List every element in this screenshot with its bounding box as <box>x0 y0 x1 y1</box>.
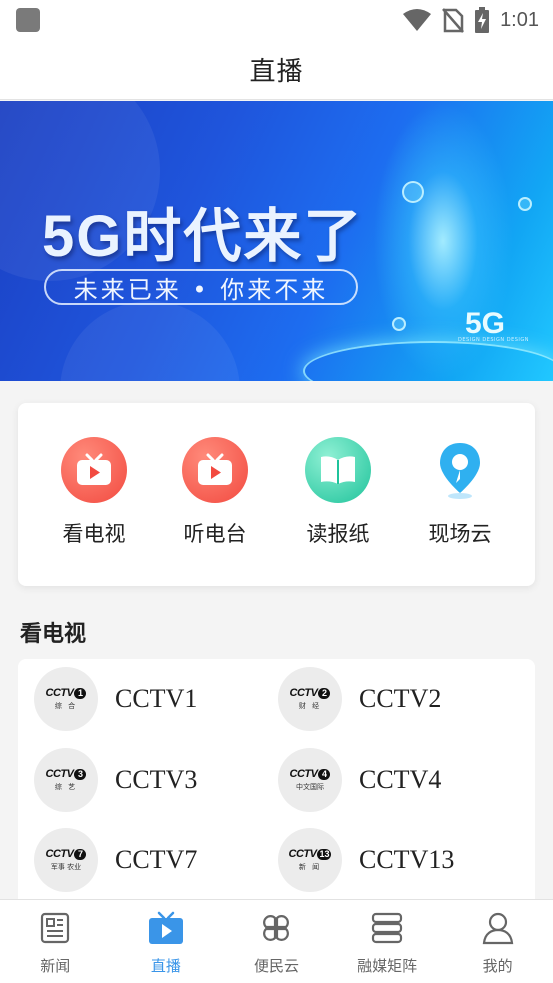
channel-item-cctv13[interactable]: CCTV 13 新 闻 CCTV13 <box>278 828 454 892</box>
quick-entry-label: 现场云 <box>428 522 492 546</box>
logo-subtitle: 中文国际 <box>296 783 324 791</box>
logo-mark: CCTV 3 <box>46 768 87 780</box>
logo-text: CCTV <box>45 768 74 780</box>
status-bar: 1:01 <box>0 0 553 40</box>
nav-item-media-matrix[interactable]: 融媒矩阵 <box>332 900 443 983</box>
live-tv-icon <box>148 910 184 946</box>
channel-name: CCTV2 <box>359 684 442 713</box>
channel-name: CCTV7 <box>115 845 198 874</box>
logo-mark: CCTV 13 <box>289 848 332 860</box>
banner-5g-badge: 5G <box>465 307 506 340</box>
quick-entry-watch-tv[interactable]: 看电视 <box>44 437 144 548</box>
logo-text: CCTV <box>289 768 318 780</box>
no-sim-icon <box>442 8 465 33</box>
logo-mark: CCTV 7 <box>46 848 87 860</box>
logo-text: CCTV <box>45 687 74 699</box>
nav-item-convenience[interactable]: 便民云 <box>221 900 332 983</box>
nav-label: 融媒矩阵 <box>357 957 418 975</box>
cctv-logo-icon: CCTV 2 财 经 <box>278 667 342 731</box>
logo-text: CCTV <box>288 848 317 860</box>
battery-charging-icon <box>475 7 490 33</box>
channel-name: CCTV3 <box>115 765 198 794</box>
tv-play-icon <box>61 437 127 503</box>
nav-item-profile[interactable]: 我的 <box>442 900 553 983</box>
grid-petals-icon <box>258 910 294 946</box>
logo-number: 4 <box>318 768 331 780</box>
logo-subtitle: 军事 农业 <box>50 863 82 871</box>
book-icon <box>305 437 371 503</box>
status-icons: 1:01 <box>402 6 539 34</box>
logo-subtitle: 财 经 <box>298 702 322 710</box>
quick-entry-live-cloud[interactable]: 现场云 <box>410 437 510 548</box>
logo-subtitle: 综 艺 <box>54 783 78 791</box>
nav-label: 便民云 <box>253 957 299 975</box>
nav-item-live[interactable]: 直播 <box>111 900 222 983</box>
quick-entry-label: 听电台 <box>183 522 247 546</box>
cctv-logo-icon: CCTV 4 中文国际 <box>278 748 342 812</box>
banner-bubble-icon <box>392 317 406 331</box>
logo-text: CCTV <box>289 687 318 699</box>
channel-list: CCTV 1 综 合 CCTV1 CCTV 2 财 经 CCTV2 CCTV 3… <box>18 659 535 899</box>
banner-badge-tagline: DESIGN DESIGN DESIGN <box>458 337 529 343</box>
banner-light-ring <box>303 341 553 381</box>
cctv-logo-icon: CCTV 13 新 闻 <box>278 828 342 892</box>
notification-square-icon <box>16 8 40 32</box>
section-title-tv: 看电视 <box>20 622 87 647</box>
status-time: 1:01 <box>500 8 539 31</box>
banner-decor-circle <box>60 301 240 381</box>
channel-item-cctv2[interactable]: CCTV 2 财 经 CCTV2 <box>278 667 441 731</box>
nav-label: 直播 <box>150 957 181 975</box>
quick-entry-listen-radio[interactable]: 听电台 <box>165 437 265 548</box>
channel-item-cctv3[interactable]: CCTV 3 综 艺 CCTV3 <box>34 748 197 812</box>
quick-entry-label: 看电视 <box>62 522 126 546</box>
radio-play-icon <box>182 437 248 503</box>
channel-name: CCTV1 <box>115 684 198 713</box>
logo-number: 13 <box>317 848 332 860</box>
logo-mark: CCTV 2 <box>290 687 331 699</box>
banner-subtitle-pill: 未来已来 • 你来不来 <box>44 269 358 305</box>
cctv-logo-icon: CCTV 3 综 艺 <box>34 748 98 812</box>
app-header: 直播 <box>0 40 553 100</box>
channel-item-cctv4[interactable]: CCTV 4 中文国际 CCTV4 <box>278 748 441 812</box>
channel-name: CCTV13 <box>359 845 455 874</box>
location-pin-icon <box>427 437 493 503</box>
logo-mark: CCTV 4 <box>290 768 331 780</box>
banner-bubble-icon <box>402 181 424 203</box>
logo-subtitle: 综 合 <box>54 702 78 710</box>
quick-entry-read-newspaper[interactable]: 读报纸 <box>288 437 388 548</box>
logo-subtitle: 新 闻 <box>298 863 322 871</box>
wifi-icon <box>403 9 432 31</box>
banner-bubble-icon <box>518 197 532 211</box>
quick-entry-label: 读报纸 <box>306 522 370 546</box>
bottom-nav: 新闻 直播 便民云 融媒矩阵 我的 <box>0 899 553 983</box>
logo-text: CCTV <box>45 848 74 860</box>
nav-item-news[interactable]: 新闻 <box>0 900 111 983</box>
logo-number: 3 <box>74 768 87 780</box>
logo-mark: CCTV 1 <box>46 687 87 699</box>
page-title: 直播 <box>249 57 304 87</box>
cctv-logo-icon: CCTV 7 军事 农业 <box>34 828 98 892</box>
nav-label: 我的 <box>482 957 513 975</box>
newspaper-icon <box>37 910 73 946</box>
logo-number: 1 <box>74 687 87 699</box>
banner-subtitle: 未来已来 • 你来不来 <box>73 275 329 304</box>
promo-banner[interactable]: 5G时代来了 未来已来 • 你来不来 5G DESIGN DESIGN DESI… <box>0 101 553 381</box>
quick-entry-card: 看电视 听电台 读报纸 现场云 <box>18 403 535 586</box>
cctv-logo-icon: CCTV 1 综 合 <box>34 667 98 731</box>
layers-icon <box>369 910 405 946</box>
logo-number: 7 <box>74 848 87 860</box>
user-icon <box>480 910 516 946</box>
channel-name: CCTV4 <box>359 765 442 794</box>
logo-number: 2 <box>318 687 331 699</box>
channel-item-cctv1[interactable]: CCTV 1 综 合 CCTV1 <box>34 667 197 731</box>
channel-item-cctv7[interactable]: CCTV 7 军事 农业 CCTV7 <box>34 828 197 892</box>
nav-label: 新闻 <box>40 957 71 975</box>
banner-headline: 5G时代来了 <box>42 204 364 269</box>
